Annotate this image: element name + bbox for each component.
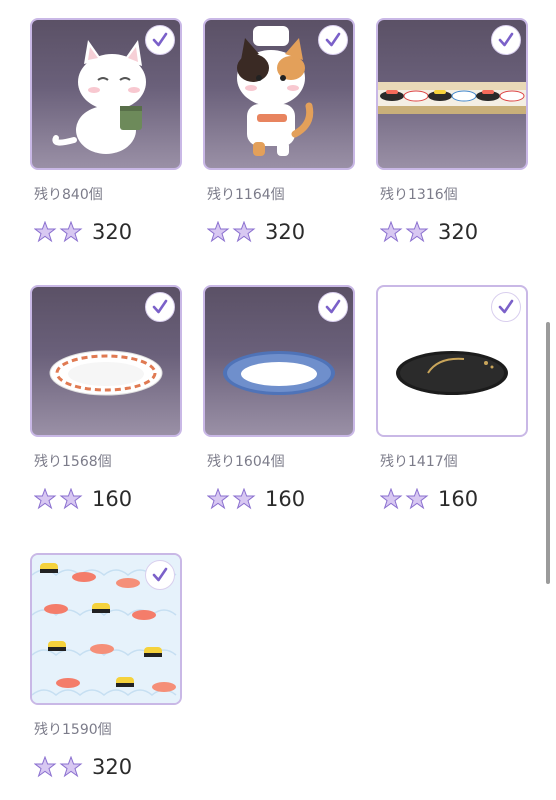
item-thumbnail[interactable]: [376, 18, 528, 170]
star-currency-icon: [380, 221, 432, 243]
price-value: 160: [92, 487, 133, 511]
price-value: 160: [265, 487, 306, 511]
check-icon: [318, 292, 348, 322]
price-value: 320: [438, 220, 479, 244]
item-thumbnail[interactable]: [203, 18, 355, 170]
item-thumbnail[interactable]: [30, 285, 182, 437]
price-row: 160: [34, 485, 132, 513]
price-value: 320: [92, 220, 133, 244]
item-thumbnail[interactable]: [203, 285, 355, 437]
check-icon: [318, 25, 348, 55]
item-thumbnail[interactable]: [30, 553, 182, 705]
price-row: 160: [207, 485, 305, 513]
check-icon: [145, 560, 175, 590]
check-icon: [145, 25, 175, 55]
item-thumbnail[interactable]: [30, 18, 182, 170]
star-currency-icon: [34, 221, 86, 243]
price-value: 320: [265, 220, 306, 244]
remaining-count: 残り1568個: [34, 454, 112, 470]
remaining-count: 残り1590個: [34, 722, 112, 738]
price-row: 320: [380, 218, 478, 246]
item-thumbnail[interactable]: [376, 285, 528, 437]
remaining-count: 残り1604個: [207, 454, 285, 470]
vertical-scrollbar[interactable]: [546, 322, 550, 584]
item-grid: 残り840個 320 残り1164個 320 残り1316個 320 残り156…: [0, 0, 556, 800]
star-currency-icon: [207, 221, 259, 243]
price-value: 160: [438, 487, 479, 511]
star-currency-icon: [34, 756, 86, 778]
price-row: 320: [34, 753, 132, 781]
check-icon: [491, 292, 521, 322]
price-row: 320: [207, 218, 305, 246]
star-currency-icon: [380, 488, 432, 510]
price-value: 320: [92, 755, 133, 779]
price-row: 320: [34, 218, 132, 246]
remaining-count: 残り1417個: [380, 454, 458, 470]
remaining-count: 残り1316個: [380, 187, 458, 203]
star-currency-icon: [34, 488, 86, 510]
price-row: 160: [380, 485, 478, 513]
check-icon: [145, 292, 175, 322]
remaining-count: 残り1164個: [207, 187, 285, 203]
check-icon: [491, 25, 521, 55]
remaining-count: 残り840個: [34, 187, 103, 203]
star-currency-icon: [207, 488, 259, 510]
